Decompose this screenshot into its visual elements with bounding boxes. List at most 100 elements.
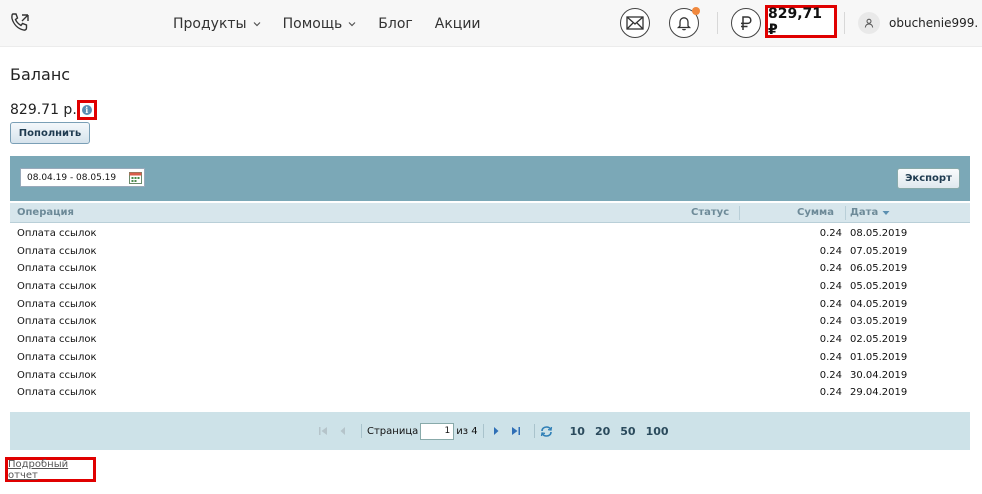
avatar[interactable] <box>858 12 880 34</box>
export-button[interactable]: Экспорт <box>897 168 960 189</box>
page-title: Баланс <box>10 65 71 84</box>
cell-operation: Оплата ссылок <box>17 351 97 363</box>
page-size-20[interactable]: 20 <box>595 425 610 438</box>
cell-sum: 0.24 <box>819 245 842 257</box>
table-row[interactable]: Оплата ссылок 0.24 05.05.2019 <box>10 277 970 295</box>
topup-button[interactable]: Пополнить <box>10 122 90 144</box>
col-header-status[interactable]: Статус <box>691 207 729 218</box>
grid-header: Операция Статус Сумма Дата <box>10 203 970 223</box>
cell-date: 08.05.2019 <box>850 228 908 239</box>
cell-operation: Оплата ссылок <box>17 387 97 399</box>
table-row[interactable]: Оплата ссылок 0.24 30.04.2019 <box>10 366 970 384</box>
cell-date: 05.05.2019 <box>850 281 908 293</box>
cell-date: 30.04.2019 <box>850 369 908 381</box>
prev-page-icon[interactable] <box>336 424 350 438</box>
cell-operation: Оплата ссылок <box>17 334 97 346</box>
cell-sum: 0.24 <box>819 316 842 328</box>
cell-operation: Оплата ссылок <box>17 281 97 293</box>
table-row[interactable]: Оплата ссылок 0.24 03.05.2019 <box>10 312 970 330</box>
table-row[interactable]: Оплата ссылок 0.24 29.04.2019 <box>10 383 970 401</box>
header-balance[interactable]: 829,71 ₽ <box>765 5 837 38</box>
nav-help-label: Помощь <box>282 15 343 32</box>
column-divider <box>845 206 846 220</box>
next-page-icon[interactable] <box>489 424 503 438</box>
pager-divider <box>361 424 362 438</box>
header-divider <box>717 12 718 34</box>
cell-operation: Оплата ссылок <box>17 369 97 381</box>
detailed-report-link[interactable]: Подробный отчет <box>8 459 93 481</box>
nav-help[interactable]: Помощь <box>283 16 357 32</box>
grid-toolbar: 08.04.19 - 08.05.19 Экспорт <box>10 156 970 201</box>
balance-info-button[interactable]: i <box>76 100 97 120</box>
messages-button[interactable] <box>620 8 650 38</box>
chevron-down-icon <box>253 21 261 26</box>
last-page-icon[interactable] <box>509 424 523 438</box>
top-header: Продукты Помощь Блог Акции 829,71 ₽ obuc… <box>0 0 982 47</box>
pager-divider <box>482 424 484 438</box>
cell-sum: 0.24 <box>819 263 842 275</box>
main-nav: Продукты Помощь Блог Акции <box>173 0 503 47</box>
page-label: Страница <box>367 425 419 437</box>
cell-operation: Оплата ссылок <box>17 298 97 310</box>
balance-line: 829.71 р. i <box>10 100 97 120</box>
username[interactable]: obuchenie999... <box>889 16 979 30</box>
table-row[interactable]: Оплата ссылок 0.24 04.05.2019 <box>10 295 970 313</box>
cell-operation: Оплата ссылок <box>17 316 97 328</box>
page-size-50[interactable]: 50 <box>620 425 635 438</box>
nav-products[interactable]: Продукты <box>173 16 261 32</box>
nav-promotions[interactable]: Акции <box>435 16 481 32</box>
col-header-operation[interactable]: Операция <box>17 207 74 218</box>
table-row[interactable]: Оплата ссылок 0.24 08.05.2019 <box>10 224 970 242</box>
nav-promotions-label: Акции <box>434 15 481 32</box>
cell-sum: 0.24 <box>819 281 842 293</box>
page-number-input[interactable]: 1 <box>420 422 455 440</box>
ruble-icon <box>741 16 752 30</box>
cell-sum: 0.24 <box>819 298 842 310</box>
cell-date: 07.05.2019 <box>850 245 908 257</box>
nav-blog[interactable]: Блог <box>378 16 412 32</box>
table-row[interactable]: Оплата ссылок 0.24 01.05.2019 <box>10 348 970 366</box>
wallet-button[interactable] <box>731 8 761 38</box>
cell-date: 01.05.2019 <box>850 351 908 363</box>
page-of-label: из 4 <box>456 425 478 437</box>
grid-body: Оплата ссылок 0.24 08.05.2019 Оплата ссы… <box>10 224 970 401</box>
header-divider <box>844 12 845 34</box>
cell-sum: 0.24 <box>819 387 842 399</box>
table-row[interactable]: Оплата ссылок 0.24 06.05.2019 <box>10 259 970 277</box>
notification-badge <box>692 7 700 15</box>
chevron-down-icon <box>348 21 356 26</box>
col-header-date[interactable]: Дата <box>850 207 890 218</box>
date-range-input[interactable]: 08.04.19 - 08.05.19 <box>20 168 145 187</box>
cell-sum: 0.24 <box>819 334 842 346</box>
first-page-icon[interactable] <box>316 424 330 438</box>
cell-sum: 0.24 <box>819 228 842 239</box>
cell-date: 02.05.2019 <box>850 334 908 346</box>
page-size-10[interactable]: 10 <box>570 425 585 438</box>
pager-divider <box>533 424 535 438</box>
notifications-button[interactable] <box>669 7 700 38</box>
cell-date: 04.05.2019 <box>850 298 908 310</box>
mail-icon <box>626 16 644 30</box>
calendar-icon[interactable] <box>129 171 142 184</box>
cell-sum: 0.24 <box>819 369 842 381</box>
cell-operation: Оплата ссылок <box>17 263 97 275</box>
nav-products-label: Продукты <box>173 15 247 32</box>
col-header-sum[interactable]: Сумма <box>797 207 834 218</box>
cell-date: 29.04.2019 <box>850 387 908 399</box>
cell-date: 03.05.2019 <box>850 316 908 328</box>
balance-amount: 829.71 р. <box>10 102 77 118</box>
cell-sum: 0.24 <box>819 351 842 363</box>
table-row[interactable]: Оплата ссылок 0.24 07.05.2019 <box>10 242 970 260</box>
grid-pager: Страница 1 из 4 10 20 50 100 <box>10 412 970 450</box>
col-header-date-label: Дата <box>850 207 879 218</box>
cell-operation: Оплата ссылок <box>17 245 97 257</box>
nav-blog-label: Блог <box>378 15 413 32</box>
pager-controls: Страница 1 из 4 10 20 50 100 <box>316 422 669 440</box>
table-row[interactable]: Оплата ссылок 0.24 02.05.2019 <box>10 330 970 348</box>
phone-icon[interactable] <box>8 11 32 35</box>
refresh-icon[interactable] <box>540 424 554 438</box>
date-range-value: 08.04.19 - 08.05.19 <box>27 172 117 183</box>
sort-desc-icon <box>882 210 890 215</box>
page-size-100[interactable]: 100 <box>646 425 669 438</box>
user-icon <box>864 18 874 28</box>
